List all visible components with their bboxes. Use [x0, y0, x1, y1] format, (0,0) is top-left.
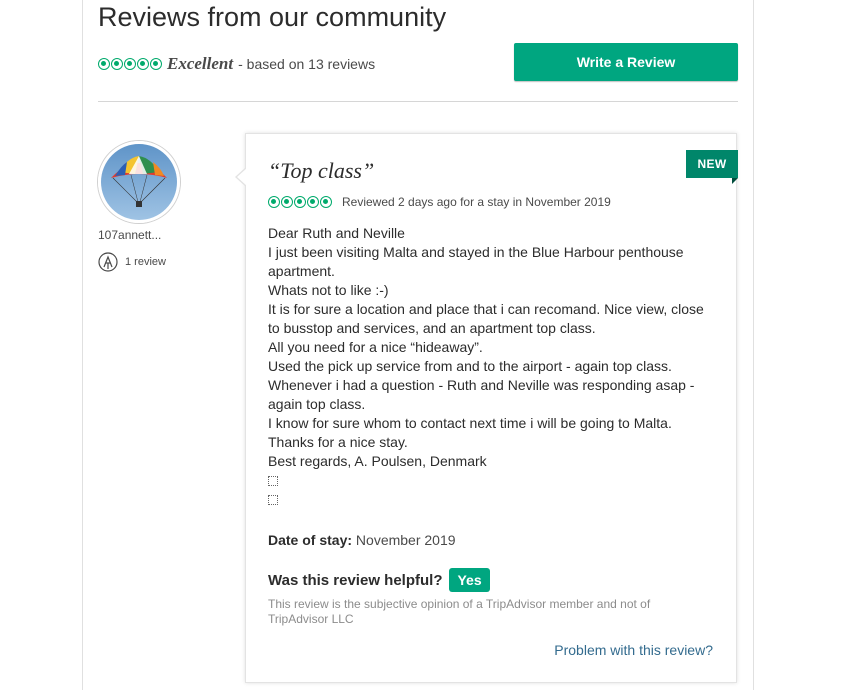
rating-label: Excellent: [167, 54, 234, 73]
reviewer-username[interactable]: 107annett...: [98, 228, 161, 242]
write-review-button[interactable]: Write a Review: [514, 43, 738, 81]
review-line: Thanks for a nice stay.: [268, 434, 408, 450]
unknown-glyph-line: [268, 490, 718, 509]
rating-bubble-icon: [150, 58, 162, 70]
review-line: again top class.: [268, 396, 366, 412]
review-line: to busstop and services, and an apartmen…: [268, 320, 596, 336]
reviewer-avatar[interactable]: [98, 141, 180, 223]
review-date: Reviewed 2 days ago for a stay in Novemb…: [342, 195, 611, 209]
review-line: Best regards, A. Poulsen, Denmark: [268, 453, 487, 469]
missing-glyph-icon: [268, 495, 278, 506]
review-line: All you need for a nice “hideaway”.: [268, 339, 483, 355]
rating-bubbles: [98, 58, 162, 70]
reviewer-review-count: 1 review: [125, 256, 166, 268]
report-problem-link[interactable]: Problem with this review?: [554, 642, 713, 658]
review-line: Whats not to like :-): [268, 282, 389, 298]
review-body: Dear Ruth and Neville I just been visiti…: [268, 224, 718, 509]
overall-rating: Excellent - based on 13 reviews: [98, 54, 375, 74]
rating-bubble-icon: [98, 58, 110, 70]
parasailing-avatar: [101, 144, 177, 220]
review-line: Used the pick up service from and to the…: [268, 358, 672, 374]
contributor-badge-icon: [98, 252, 118, 272]
rating-bubble-icon: [307, 196, 319, 208]
date-of-stay-label: Date of stay:: [268, 532, 353, 548]
right-frame-border: [753, 0, 754, 690]
review-disclaimer: This review is the subjective opinion of…: [268, 597, 651, 626]
helpful-question: Was this review helpful?: [268, 571, 443, 589]
date-of-stay: Date of stay: November 2019: [268, 532, 456, 548]
rating-bubble-icon: [294, 196, 306, 208]
rating-bubble-icon: [137, 58, 149, 70]
review-line: Whenever i had a question - Ruth and Nev…: [268, 377, 695, 393]
rating-bubble-icon: [268, 196, 280, 208]
new-badge-fold: [732, 178, 738, 184]
rating-bubble-icon: [124, 58, 136, 70]
review-line: I know for sure whom to contact next tim…: [268, 415, 672, 431]
page-title: Reviews from our community: [98, 2, 447, 32]
missing-glyph-icon: [268, 476, 278, 487]
review-line: It is for sure a location and place that…: [268, 301, 704, 317]
review-line: apartment.: [268, 263, 335, 279]
review-meta-row: Reviewed 2 days ago for a stay in Novemb…: [268, 195, 611, 209]
left-frame-border: [82, 0, 83, 690]
helpful-row: Was this review helpful? Yes: [268, 568, 490, 592]
unknown-glyph-line: [268, 471, 718, 490]
new-badge: NEW: [686, 150, 738, 178]
header-divider: [98, 101, 738, 102]
review-count-summary: - based on 13 reviews: [238, 56, 376, 72]
rating-bubble-icon: [111, 58, 123, 70]
review-line: I just been visiting Malta and stayed in…: [268, 244, 684, 260]
rating-bubble-icon: [281, 196, 293, 208]
card-pointer-inner: [237, 168, 247, 186]
reviewer-contributions: 1 review: [98, 252, 166, 272]
date-of-stay-value: November 2019: [355, 532, 456, 548]
review-title[interactable]: “Top class”: [268, 158, 374, 184]
review-line: Dear Ruth and Neville: [268, 225, 405, 241]
review-rating-bubbles: [268, 196, 332, 208]
helpful-yes-button[interactable]: Yes: [449, 568, 490, 592]
rating-bubble-icon: [320, 196, 332, 208]
